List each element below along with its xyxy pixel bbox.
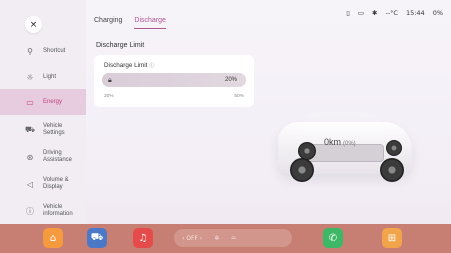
sidebar-item-label: Vehicle information [43,204,73,217]
temperature: --°C [385,9,398,17]
slider-value: 20% [224,77,237,83]
sidebar-item-vehicle-settings[interactable]: ⛟ Vehicle Settings [0,117,86,143]
info-icon: ⓘ [26,206,34,216]
apps-grid-icon: ⊞ [387,232,397,244]
card-label: Discharge Limit ⓘ [104,62,154,69]
slider-max-label: 50% [234,94,244,99]
speaker-icon: ◁ [26,179,34,189]
apps-button[interactable]: ⊞ [382,228,402,248]
section-title: Discharge Limit [96,42,145,49]
fan-icon: ✲ [214,234,220,242]
car-button[interactable]: ⛟ [87,228,107,248]
sidebar-item-label: Driving Assistance [43,150,73,163]
bluetooth-icon: ✱ [372,9,378,17]
wheel [380,158,404,182]
discharge-limit-slider[interactable]: 🔒︎ 20% [102,73,246,87]
climate-control[interactable]: ‹ OFF › ✲ ⌓ [174,229,292,247]
range-value: 0km [324,137,342,147]
sidebar-item-label: Volume & Display [43,177,69,190]
screen: × ⚲ Shortcut ☼ Light ▭ Energy ⛟ Vehicle … [0,0,451,253]
tab-bar: Charging Discharge [94,17,178,29]
climate-off-label: ‹ OFF › [182,234,203,242]
sidebar-item-label: Shortcut [43,47,66,54]
status-bar: ▯ ▭ ✱ --°C 15:44 0% [338,9,443,17]
close-button[interactable]: × [25,16,42,33]
lock-icon: 🔒︎ [108,76,112,84]
sidebar-item-energy[interactable]: ▭ Energy [0,89,86,115]
seat-heat-icon: ⌓ [231,234,237,241]
discharge-limit-card: Discharge Limit ⓘ 🔒︎ 20% 20% 50% [94,55,254,107]
sentry-icon: ▯ [346,9,350,17]
home-icon: ⌂ [49,232,57,244]
range-label: 0km (0%) [324,137,356,147]
sidebar: × ⚲ Shortcut ☼ Light ▭ Energy ⛟ Vehicle … [0,0,86,224]
car-illustration [276,112,414,194]
music-icon: ♫ [138,232,148,244]
sidebar-item-driving-assistance[interactable]: ⊛ Driving Assistance [0,144,86,170]
home-button[interactable]: ⌂ [43,228,63,248]
tab-charging[interactable]: Charging [94,17,122,24]
dock: ⌂ ⛟ ♫ ‹ OFF › ✲ ⌓ ✆ ⊞ [0,224,451,253]
car-icon: ⛟ [24,125,36,134]
sidebar-item-label: Vehicle Settings [43,123,65,136]
sidebar-item-label: Energy [43,98,63,105]
phone-icon: ✆ [328,232,338,244]
car-icon: ⛟ [90,231,104,243]
wheel [386,140,402,156]
clock: 15:44 [405,9,425,17]
steering-wheel-icon: ⊛ [26,152,34,162]
wheel [290,158,314,182]
close-icon: × [29,19,38,30]
music-button[interactable]: ♫ [133,228,153,248]
sidebar-item-shortcut[interactable]: ⚲ Shortcut [0,38,86,64]
tab-discharge[interactable]: Discharge [134,17,166,29]
link-icon: ⚲ [27,46,33,56]
card-label-text: Discharge Limit [104,62,148,69]
battery-status: 0% [432,9,443,17]
message-icon: ▭ [357,9,365,17]
slider-min-label: 20% [104,94,114,99]
sidebar-item-label: Light [43,73,57,80]
sidebar-item-vehicle-information[interactable]: ⓘ Vehicle information [0,198,86,224]
range-percent: (0%) [343,141,356,147]
battery-icon: ▭ [26,97,34,107]
info-icon[interactable]: ⓘ [149,63,154,69]
phone-button[interactable]: ✆ [323,228,343,248]
sidebar-item-volume-display[interactable]: ◁ Volume & Display [0,171,86,197]
sun-icon: ☼ [26,72,34,82]
sidebar-item-light[interactable]: ☼ Light [0,64,86,90]
